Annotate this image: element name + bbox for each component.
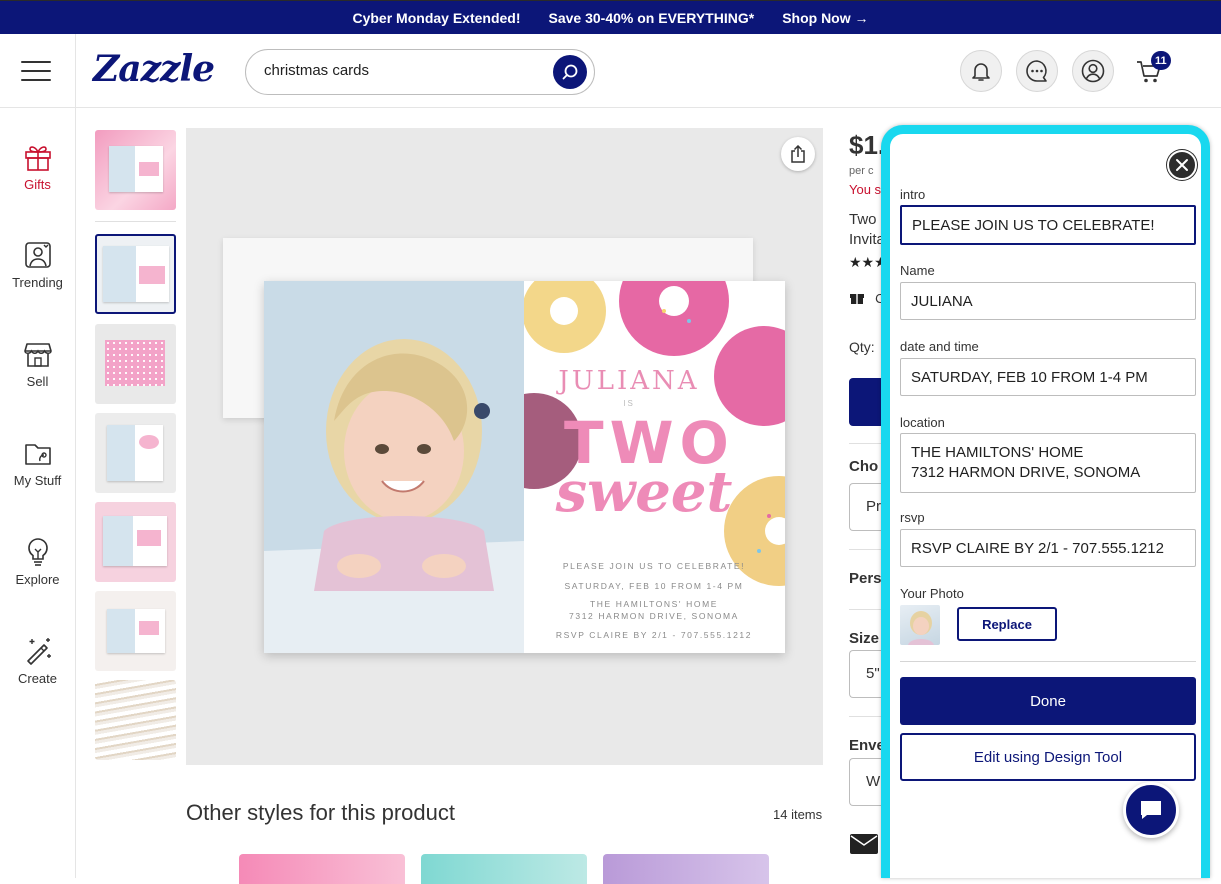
site-header: Zazzle 11	[0, 34, 1221, 108]
style-option-purple[interactable]	[603, 854, 769, 884]
close-icon	[1176, 159, 1188, 171]
photo-label: Your Photo	[900, 586, 964, 601]
mail-icon[interactable]	[849, 832, 879, 861]
datetime-field[interactable]	[900, 358, 1196, 396]
location-label: location	[900, 415, 945, 430]
rail-label-trending: Trending	[12, 275, 63, 290]
thumbnail-6[interactable]	[95, 591, 176, 671]
product-price: $1.	[849, 130, 886, 160]
done-button[interactable]: Done	[900, 677, 1196, 725]
price-per-label: per c	[849, 165, 874, 177]
card-datetime: SATURDAY, FEB 10 FROM 1-4 PM	[564, 581, 744, 591]
promo-bar: Cyber Monday Extended! Save 30-40% on EV…	[0, 0, 1221, 34]
design-tool-button[interactable]: Edit using Design Tool	[900, 733, 1196, 781]
intro-field[interactable]	[900, 205, 1196, 245]
product-image: JULIANA IS TWO sweet PLEASE JOIN US TO C…	[186, 128, 823, 765]
product-title-line1: Two	[849, 211, 877, 228]
card-design-area: JULIANA IS TWO sweet PLEASE JOIN US TO C…	[524, 281, 785, 653]
qty-label: Qty:	[849, 339, 875, 355]
card-location-2: 7312 HARMON DRIVE, SONOMA	[569, 611, 739, 621]
rail-divider	[75, 34, 76, 878]
promo-offer: Save 30-40% on EVERYTHING*	[548, 9, 755, 26]
location-field[interactable]: THE HAMILTONS' HOME 7312 HARMON DRIVE, S…	[900, 433, 1196, 493]
account-icon	[1081, 59, 1105, 83]
search-icon	[562, 64, 578, 80]
bell-icon	[972, 63, 990, 81]
personalize-panel: intro Name date and time location THE HA…	[881, 125, 1210, 878]
share-button[interactable]	[781, 137, 815, 171]
rail-item-explore[interactable]: Explore	[0, 536, 75, 587]
card-sweet: sweet	[555, 459, 733, 525]
rail-item-gifts[interactable]: Gifts	[0, 141, 75, 192]
messages-button[interactable]	[1016, 50, 1058, 92]
name-label: Name	[900, 263, 935, 278]
savings-text: You s	[849, 182, 882, 197]
search-bar	[245, 49, 595, 95]
datetime-label: date and time	[900, 339, 979, 354]
thumbnail-4[interactable]	[95, 413, 176, 493]
card-name: JULIANA	[558, 366, 700, 396]
intro-label: intro	[900, 187, 926, 202]
account-button[interactable]	[1072, 50, 1114, 92]
hamburger-icon[interactable]	[21, 61, 51, 81]
panel-divider	[900, 661, 1196, 662]
chat-button[interactable]	[1123, 782, 1179, 838]
search-button[interactable]	[553, 55, 587, 89]
child-photo	[264, 281, 524, 653]
choose-heading: Cho	[849, 458, 879, 475]
rail-item-trending[interactable]: Trending	[0, 239, 75, 290]
card-is: IS	[623, 399, 635, 408]
lightbulb-icon	[27, 538, 48, 566]
rail-label-sell: Sell	[26, 374, 49, 389]
shop-now-link[interactable]: Shop Now →	[782, 10, 868, 26]
close-button[interactable]	[1167, 150, 1197, 180]
promo-text: Cyber Monday Extended!	[352, 9, 521, 26]
chat-bubble-icon	[1026, 60, 1047, 82]
product-title-line2: Invita	[849, 231, 885, 248]
envelope-heading: Enve	[849, 737, 885, 754]
thumbnail-3[interactable]	[95, 324, 176, 404]
chat-icon	[1141, 801, 1161, 819]
thumbnail-7[interactable]	[95, 680, 176, 760]
other-styles-title: Other styles for this product	[186, 800, 455, 825]
rail-label-gifts: Gifts	[24, 177, 51, 192]
magic-wand-icon	[26, 638, 51, 665]
gift-icon	[850, 294, 864, 304]
replace-photo-button[interactable]: Replace	[957, 607, 1057, 641]
card-intro: PLEASE JOIN US TO CELEBRATE!	[562, 561, 746, 571]
rsvp-field[interactable]	[900, 529, 1196, 567]
thumbnail-2-selected[interactable]	[95, 234, 176, 314]
personalize-heading[interactable]: Pers	[849, 570, 882, 587]
thumbnail-separator	[95, 221, 176, 222]
rail-label-my-stuff: My Stuff	[13, 473, 62, 488]
card-location-1: THE HAMILTONS' HOME	[589, 599, 719, 609]
size-heading: Size	[849, 630, 880, 647]
name-field[interactable]	[900, 282, 1196, 320]
other-styles-count: 14 items	[773, 807, 823, 822]
logo[interactable]: Zazzle	[93, 48, 215, 90]
style-option-teal[interactable]	[421, 854, 587, 884]
rail-label-create: Create	[17, 671, 58, 686]
gift-option[interactable]: C	[849, 289, 885, 307]
folder-icon	[24, 444, 51, 465]
card-rsvp: RSVP CLAIRE BY 2/1 - 707.555.1212	[555, 630, 753, 640]
rsvp-label: rsvp	[900, 510, 925, 525]
thumbnail-5[interactable]	[95, 502, 176, 582]
gift-icon	[24, 146, 51, 171]
cart-count-badge: 11	[1151, 51, 1171, 70]
invitation-card: JULIANA IS TWO sweet PLEASE JOIN US TO C…	[264, 281, 785, 653]
share-icon	[791, 145, 805, 163]
store-icon	[23, 343, 52, 367]
thumbnail-1[interactable]	[95, 130, 176, 210]
style-option-pink[interactable]	[239, 854, 405, 884]
rail-item-create[interactable]: Create	[0, 635, 75, 686]
search-input[interactable]	[264, 62, 544, 79]
rail-item-sell[interactable]: Sell	[0, 338, 75, 389]
notifications-button[interactable]	[960, 50, 1002, 92]
rail-item-my-stuff[interactable]: My Stuff	[0, 437, 75, 488]
trending-icon	[24, 242, 51, 268]
rail-label-explore: Explore	[15, 572, 60, 587]
photo-thumbnail	[900, 605, 940, 645]
